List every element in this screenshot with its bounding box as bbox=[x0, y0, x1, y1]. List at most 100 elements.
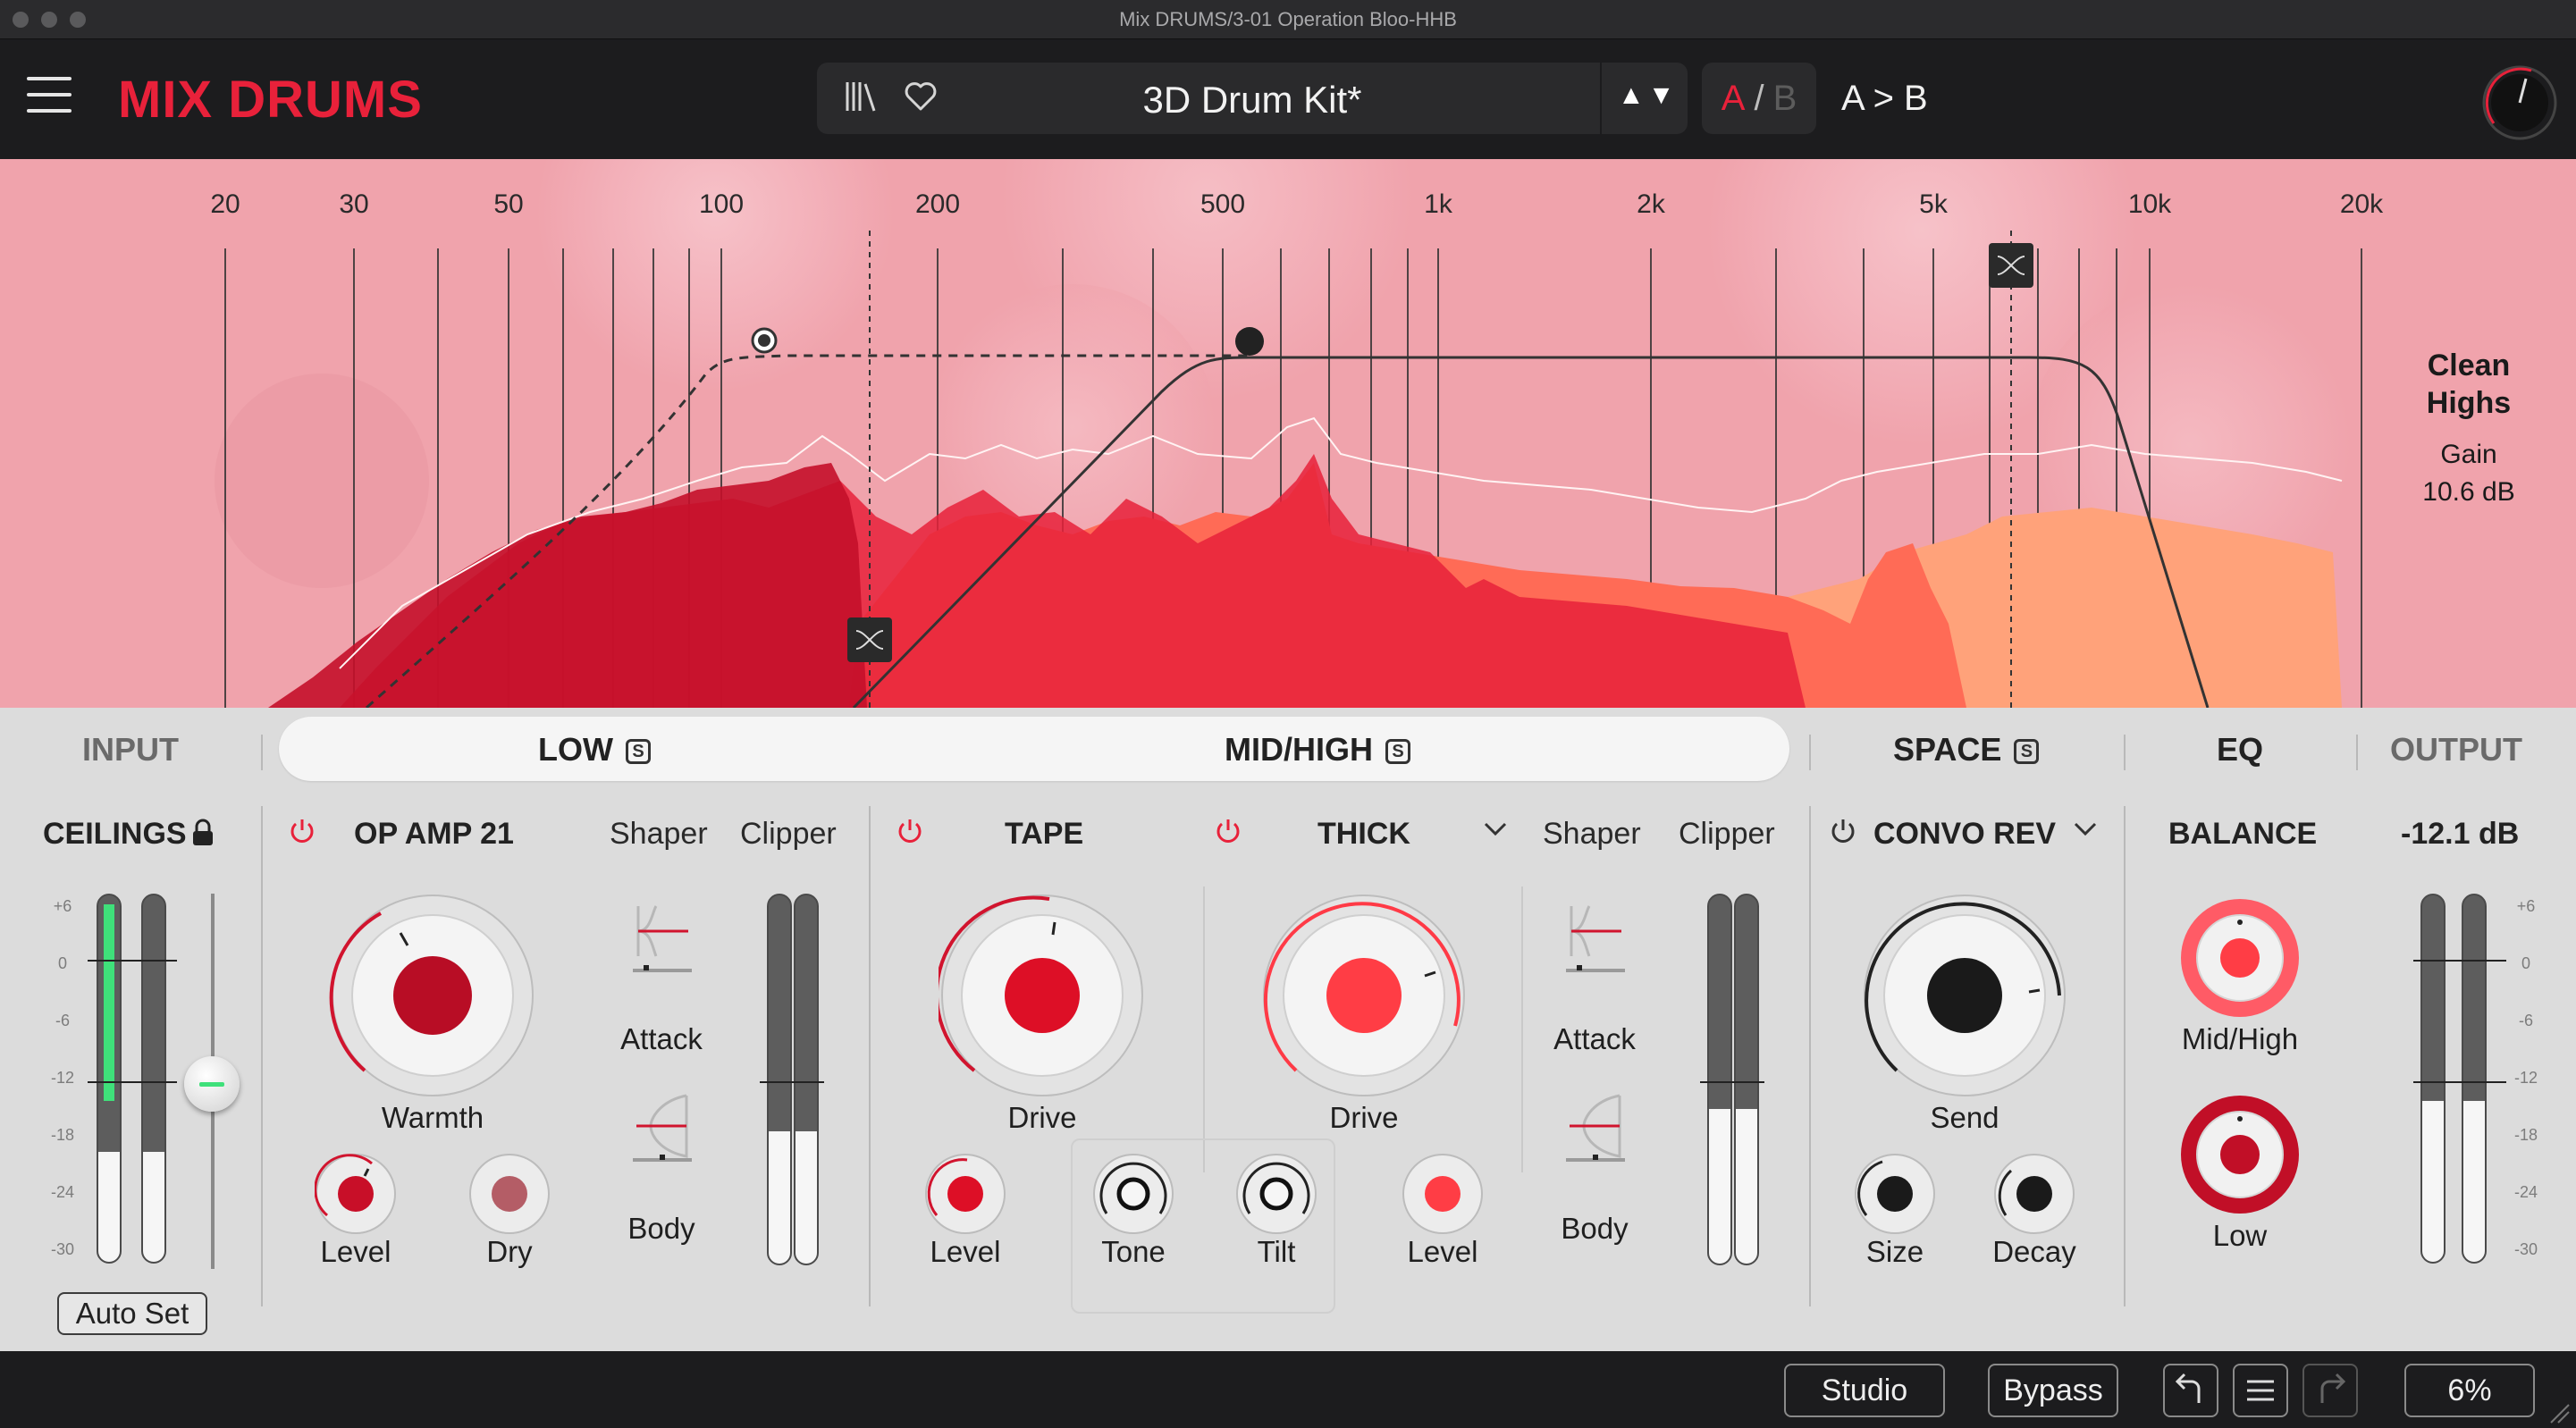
thick-drive-label: Drive bbox=[1329, 1101, 1399, 1134]
menu-icon[interactable] bbox=[27, 77, 72, 113]
studio-button[interactable]: Studio bbox=[1784, 1364, 1945, 1417]
auto-set-button[interactable]: Auto Set bbox=[57, 1292, 207, 1335]
tab-eq[interactable]: EQ bbox=[2217, 731, 2263, 769]
size-label: Size bbox=[1865, 1235, 1924, 1268]
low-level-label: Level bbox=[320, 1235, 391, 1268]
freq-label: 2k bbox=[1637, 189, 1665, 219]
dry-knob[interactable] bbox=[468, 1153, 551, 1239]
preset-name[interactable]: 3D Drum Kit* bbox=[817, 79, 1688, 122]
ab-slot-a[interactable]: A bbox=[1722, 79, 1746, 118]
solo-mid-high-icon[interactable]: S bbox=[1385, 739, 1410, 764]
lock-icon[interactable] bbox=[191, 819, 215, 852]
mid-high-balance-knob[interactable] bbox=[2177, 895, 2302, 1025]
size-knob[interactable] bbox=[1854, 1153, 1936, 1239]
thick-drive-knob[interactable] bbox=[1260, 892, 1468, 1104]
preset-bar: 3D Drum Kit* ▲▼ bbox=[817, 63, 1688, 134]
op-amp-power-icon[interactable] bbox=[288, 817, 316, 845]
low-attack-shaper-icon[interactable] bbox=[633, 903, 692, 979]
meter-tick bbox=[1700, 1081, 1764, 1083]
meter-tick bbox=[760, 1081, 824, 1083]
preset-prev-next-arrows[interactable]: ▲▼ bbox=[1618, 80, 1678, 111]
control-panel: INPUT LOW S MID/HIGH S SPACE S EQ OUTPUT CE… bbox=[0, 708, 2576, 1351]
title-bar: Mix DRUMS/3-01 Operation Bloo-HHB bbox=[0, 0, 2576, 39]
convo-rev-dropdown-chevron-icon[interactable] bbox=[2072, 815, 2099, 849]
redo-icon[interactable] bbox=[2302, 1364, 2358, 1417]
mid-clipper-label: Clipper bbox=[1679, 817, 1775, 851]
bypass-button[interactable]: Bypass bbox=[1988, 1364, 2118, 1417]
ceilings-title: CEILINGS bbox=[43, 817, 187, 851]
output-value: -12.1 dB bbox=[2401, 817, 2520, 851]
scale-label: -18 bbox=[50, 1126, 75, 1144]
tab-space[interactable]: SPACE S bbox=[1893, 731, 2040, 769]
spectrum-display[interactable]: 20 30 50 100 200 500 1k 2k 5k 10k 20k Cl… bbox=[0, 159, 2576, 708]
plugin-brand: MIX DRUMS bbox=[118, 71, 423, 129]
tape-level-label: Level bbox=[930, 1235, 1001, 1268]
mid-body-label: Body bbox=[1561, 1212, 1629, 1245]
tab-low[interactable]: LOW S bbox=[538, 731, 651, 769]
resize-grip-icon[interactable] bbox=[2547, 1401, 2571, 1428]
mid-band-handle[interactable] bbox=[1235, 327, 1264, 356]
tab-space-label: SPACE bbox=[1893, 731, 2002, 768]
tape-level-knob[interactable] bbox=[924, 1153, 1006, 1239]
plugin-header: MIX DRUMS 3D Drum Kit* ▲▼ A / B A > B bbox=[0, 39, 2576, 159]
tab-mid-high[interactable]: MID/HIGH S bbox=[1225, 731, 1410, 769]
scale-label: -12 bbox=[50, 1069, 75, 1087]
freq-label: 500 bbox=[1200, 189, 1246, 219]
low-mid-crossover-handle[interactable] bbox=[847, 617, 892, 662]
freq-label: 20 bbox=[210, 189, 240, 219]
tab-output[interactable]: OUTPUT bbox=[2390, 731, 2522, 769]
low-level-knob[interactable] bbox=[314, 1153, 397, 1239]
undo-icon[interactable] bbox=[2163, 1364, 2218, 1417]
meter-tick bbox=[88, 960, 177, 962]
mid-clipper-meter-left bbox=[1707, 894, 1732, 1265]
decay-knob[interactable] bbox=[1993, 1153, 2075, 1239]
tone-knob[interactable] bbox=[1092, 1153, 1174, 1239]
scale-label: -30 bbox=[2513, 1240, 2538, 1258]
history-list-icon[interactable] bbox=[2233, 1364, 2288, 1417]
tilt-knob[interactable] bbox=[1235, 1153, 1317, 1239]
tab-divider bbox=[2356, 735, 2358, 770]
ab-slot-b[interactable]: B bbox=[1773, 79, 1797, 118]
decay-label: Decay bbox=[1992, 1235, 2076, 1268]
solo-space-icon[interactable]: S bbox=[2014, 739, 2040, 764]
solo-low-icon[interactable]: S bbox=[625, 739, 651, 764]
tape-drive-knob[interactable] bbox=[934, 892, 1146, 1104]
input-meter-left bbox=[97, 894, 122, 1264]
tab-divider bbox=[1809, 735, 1811, 770]
warmth-knob[interactable] bbox=[329, 892, 536, 1104]
gain-value: 10.6 dB bbox=[2422, 477, 2515, 507]
thick-power-icon[interactable] bbox=[1214, 817, 1242, 845]
freq-label: 30 bbox=[339, 189, 369, 219]
output-meter-left bbox=[2420, 894, 2446, 1264]
scale-label: +6 bbox=[53, 897, 72, 915]
mid-attack-shaper-icon[interactable] bbox=[1566, 903, 1625, 979]
meter-tick bbox=[88, 1081, 177, 1083]
tape-title: TAPE bbox=[1005, 817, 1084, 851]
band-info-readout: Clean Highs Gain 10.6 dB bbox=[2397, 347, 2540, 508]
scale-label: -24 bbox=[50, 1183, 75, 1201]
tab-mid-high-label: MID/HIGH bbox=[1225, 731, 1373, 768]
mid-high-crossover-handle[interactable] bbox=[1989, 243, 2033, 288]
tab-low-label: LOW bbox=[538, 731, 613, 768]
preset-divider bbox=[1600, 63, 1602, 134]
low-clipper-meter-left bbox=[767, 894, 792, 1265]
spectrum-graph[interactable] bbox=[0, 159, 2576, 708]
ab-compare-toggle[interactable]: A / B bbox=[1702, 63, 1816, 134]
low-clipper-label: Clipper bbox=[740, 817, 837, 851]
copy-a-to-b-button[interactable]: A > B bbox=[1841, 79, 1928, 119]
tilt-label: Tilt bbox=[1257, 1235, 1296, 1268]
master-output-knob[interactable] bbox=[2481, 64, 2558, 141]
thick-dropdown-chevron-icon[interactable] bbox=[1482, 815, 1509, 849]
warmth-label: Warmth bbox=[381, 1101, 484, 1134]
tab-divider bbox=[261, 735, 263, 770]
ceiling-slider-handle[interactable] bbox=[184, 1056, 240, 1112]
tape-power-icon[interactable] bbox=[896, 817, 924, 845]
tab-input[interactable]: INPUT bbox=[82, 731, 179, 769]
thick-level-knob[interactable] bbox=[1402, 1153, 1484, 1239]
low-body-shaper-icon[interactable] bbox=[633, 1092, 692, 1168]
mid-body-shaper-icon[interactable] bbox=[1566, 1092, 1625, 1168]
send-knob[interactable] bbox=[1861, 892, 2068, 1104]
low-balance-knob[interactable] bbox=[2177, 1092, 2302, 1222]
convo-rev-power-icon[interactable] bbox=[1829, 817, 1857, 845]
output-meter-right bbox=[2462, 894, 2487, 1264]
